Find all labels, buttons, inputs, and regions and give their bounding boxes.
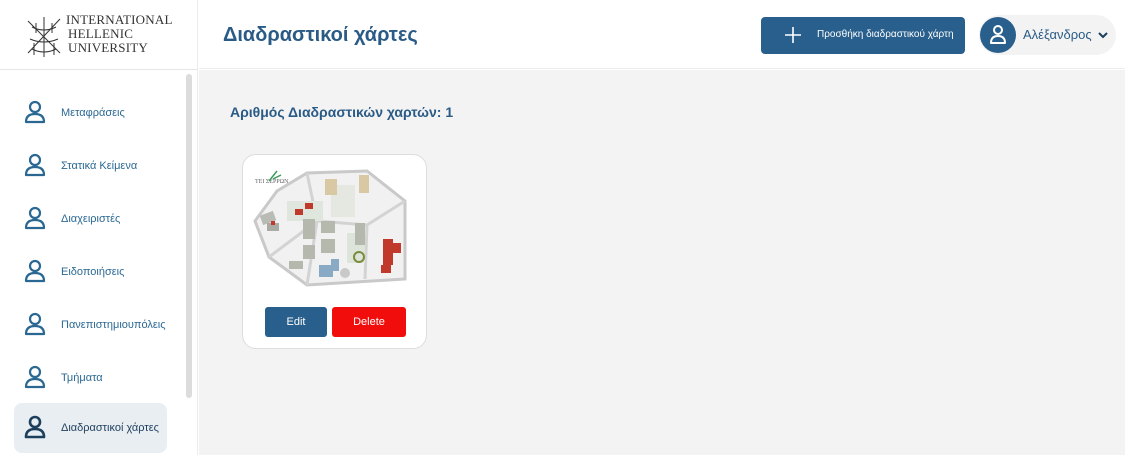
- user-icon: [990, 25, 1006, 44]
- sidebar-divider: [0, 69, 198, 70]
- edit-map-button[interactable]: Edit: [265, 307, 327, 337]
- user-menu[interactable]: Αλέξανδρος: [979, 15, 1116, 55]
- map-thumbnail-logo-text: ΤΕΙ ΣΕΡΡΩΝ: [255, 179, 289, 185]
- sidebar-item-interactive-maps[interactable]: Διαδραστικοί χάρτες: [14, 403, 167, 453]
- sidebar-scrollbar[interactable]: [186, 74, 192, 398]
- user-icon: [24, 206, 46, 230]
- map-thumbnail[interactable]: ΤΕΙ ΣΕΡΡΩΝ: [247, 161, 410, 291]
- sidebar-item-label: Ειδοποιήσεις: [61, 266, 125, 278]
- sidebar-item-departments[interactable]: Τμήματα: [14, 353, 167, 403]
- sidebar-item-label: Διαδραστικοί χάρτες: [61, 422, 159, 434]
- map-card: ΤΕΙ ΣΕΡΡΩΝ Edit Delete: [242, 154, 427, 349]
- logo-line: HELLENIC: [68, 26, 134, 41]
- chevron-down-icon[interactable]: [1097, 30, 1109, 40]
- sidebar-item-label: Πανεπιστημιουπόλεις: [61, 319, 166, 331]
- sidebar-item-translations[interactable]: Μεταφράσεις: [14, 88, 167, 138]
- sidebar: INTERNATIONAL HELLENIC UNIVERSITY Μεταφρ…: [0, 0, 198, 455]
- app-root: INTERNATIONAL HELLENIC UNIVERSITY Μεταφρ…: [0, 0, 1125, 455]
- main-content: Αριθμός Διαδραστικών χαρτών: 1 ΤΕΙ ΣΕΡΡΩ…: [199, 70, 1125, 455]
- university-logo-icon: [27, 17, 61, 57]
- sidebar-item-administrators[interactable]: Διαχειριστές: [14, 194, 167, 244]
- avatar: [980, 17, 1016, 53]
- sidebar-item-label: Μεταφράσεις: [61, 107, 125, 119]
- sidebar-item-static-texts[interactable]: Στατικά Κείμενα: [14, 141, 167, 191]
- user-icon: [24, 100, 46, 124]
- page-title: Διαδραστικοί χάρτες: [223, 24, 418, 46]
- user-icon: [24, 153, 46, 177]
- add-button-label: Προσθήκη διαδραστικού χάρτη: [817, 29, 954, 40]
- user-icon: [24, 365, 46, 389]
- top-header: Διαδραστικοί χάρτες Προσθήκη διαδραστικο…: [199, 0, 1125, 69]
- university-name: INTERNATIONAL HELLENIC UNIVERSITY: [66, 13, 173, 55]
- maps-count-title: Αριθμός Διαδραστικών χαρτών: 1: [230, 104, 454, 120]
- logo-line: UNIVERSITY: [68, 40, 148, 55]
- sidebar-item-notifications[interactable]: Ειδοποιήσεις: [14, 247, 167, 297]
- user-icon: [24, 415, 46, 439]
- sidebar-item-label: Τμήματα: [61, 372, 103, 384]
- sidebar-item-campuses[interactable]: Πανεπιστημιουπόλεις: [14, 300, 167, 350]
- user-name: Αλέξανδρος: [1023, 27, 1092, 42]
- sidebar-item-label: Στατικά Κείμενα: [61, 160, 138, 172]
- user-icon: [24, 259, 46, 283]
- sidebar-item-label: Διαχειριστές: [61, 213, 121, 225]
- add-interactive-map-button[interactable]: Προσθήκη διαδραστικού χάρτη: [761, 17, 965, 54]
- logo-line: INTERNATIONAL: [66, 12, 173, 27]
- user-icon: [24, 312, 46, 336]
- university-logo[interactable]: INTERNATIONAL HELLENIC UNIVERSITY: [0, 0, 198, 69]
- plus-icon: [785, 27, 801, 43]
- delete-map-button[interactable]: Delete: [332, 307, 406, 337]
